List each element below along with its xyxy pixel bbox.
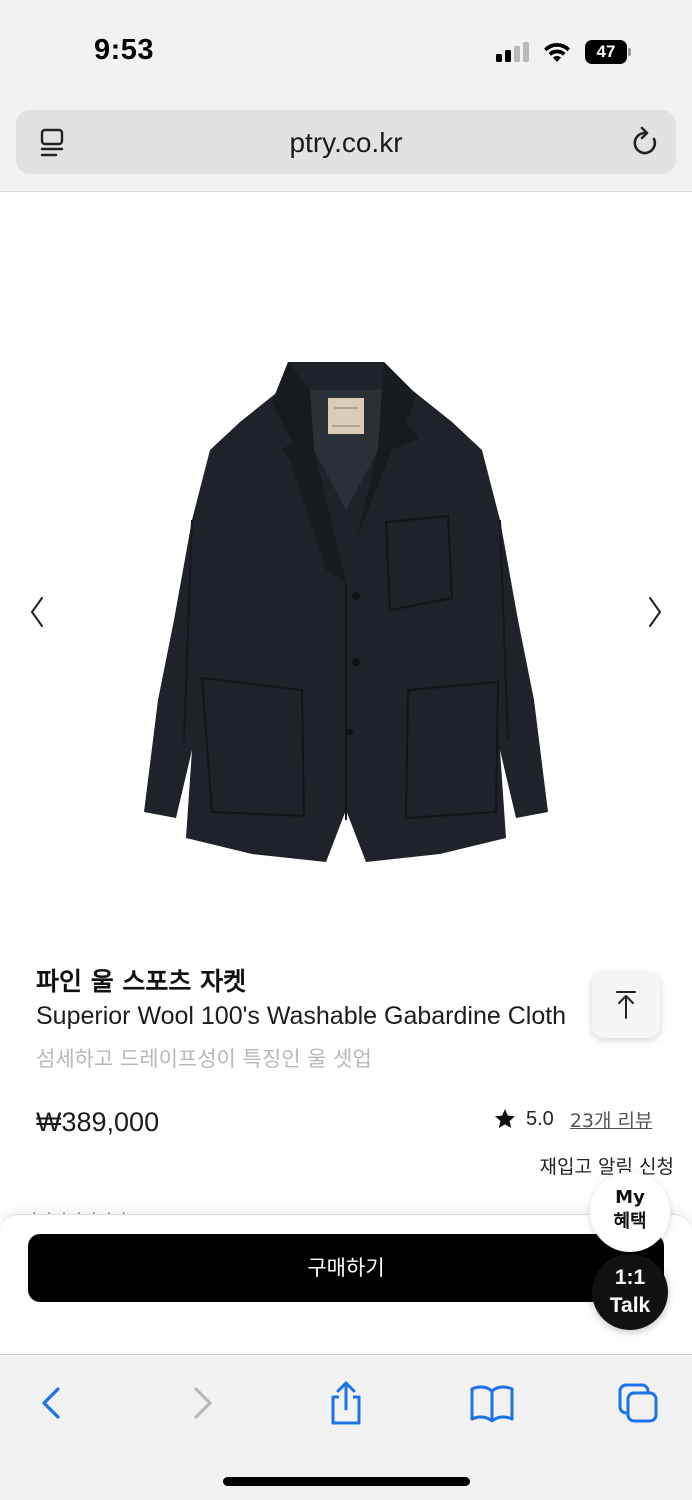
share-icon[interactable] [322, 1381, 370, 1425]
wifi-icon [544, 42, 570, 62]
address-bar[interactable]: ptry.co.kr [16, 110, 676, 174]
scroll-top-button[interactable] [592, 972, 660, 1038]
product-subtitle: Superior Wool 100's Washable Gabardine C… [36, 1002, 567, 1030]
chevron-left-icon[interactable] [26, 592, 48, 632]
rating: 5.0 23개 리뷰 [494, 1104, 652, 1134]
status-bar: 9:53 47 [0, 0, 692, 100]
talk-label-line1: 1:1 [614, 1266, 646, 1289]
battery-icon: 47 [585, 40, 631, 64]
product-description: 섬세하고 드레이프성이 특징인 울 셋업 [36, 1047, 372, 1071]
back-icon[interactable] [28, 1381, 76, 1425]
reload-icon[interactable] [630, 126, 660, 158]
talk-button[interactable]: 1:1 Talk [592, 1254, 668, 1330]
my-benefit-button[interactable]: My 혜택 [590, 1172, 670, 1252]
forward-icon[interactable] [178, 1381, 226, 1425]
browser-address-area: ptry.co.kr [0, 100, 692, 192]
star-icon [495, 1109, 515, 1128]
battery-level: 47 [585, 40, 627, 64]
product-image [144, 362, 548, 862]
bookmarks-icon[interactable] [468, 1381, 516, 1425]
chevron-right-icon[interactable] [644, 592, 666, 632]
tabs-icon[interactable] [614, 1381, 662, 1425]
buy-button[interactable]: 구매하기 [28, 1234, 664, 1302]
review-link[interactable]: 23개 리뷰 [570, 1106, 653, 1133]
cellular-signal-icon [496, 42, 532, 62]
status-time: 9:53 [94, 34, 155, 66]
arrow-up-icon [616, 991, 636, 1019]
my-benefit-label-line2: 혜택 [613, 1211, 647, 1232]
product-price: ₩389,000 [36, 1107, 160, 1137]
home-indicator [223, 1477, 470, 1486]
url-text[interactable]: ptry.co.kr [16, 127, 676, 159]
my-benefit-label-line1: My [615, 1187, 645, 1208]
talk-label-line2: Talk [609, 1294, 651, 1317]
restock-alert-link[interactable]: 재입고 알림 신청 [540, 1152, 674, 1179]
rating-value: 5.0 [526, 1107, 554, 1130]
product-title: 파인 울 스포츠 자켓 [36, 967, 247, 996]
